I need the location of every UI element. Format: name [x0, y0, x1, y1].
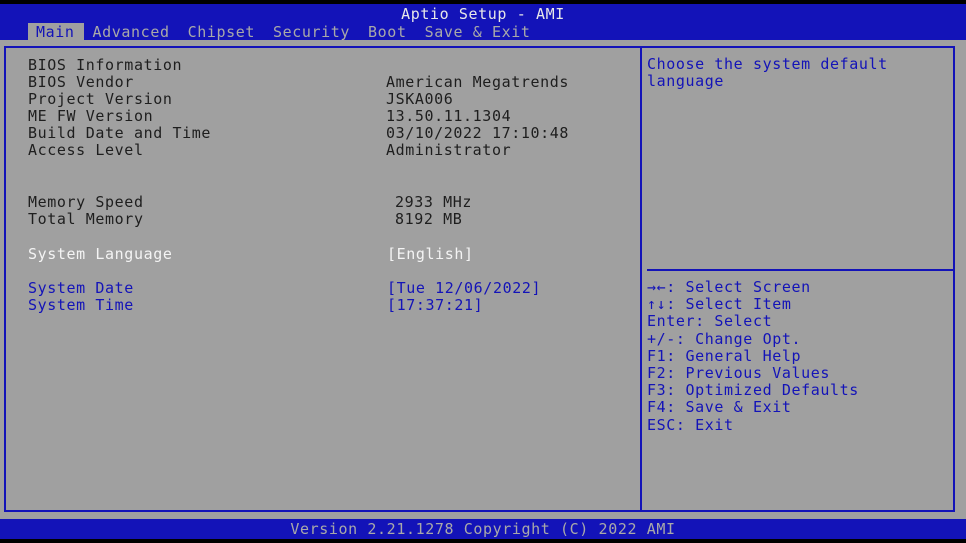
tab-security[interactable]: Security	[264, 23, 359, 41]
help-divider-horizontal	[647, 269, 955, 271]
me-fw-version-value: 13.50.11.1304	[386, 107, 512, 125]
tab-boot[interactable]: Boot	[359, 23, 416, 41]
total-memory-value: 8192 MB	[395, 210, 463, 228]
access-level-label: Access Level	[28, 141, 144, 159]
system-date-value[interactable]: [Tue 12/06/2022]	[387, 279, 541, 297]
system-language-label[interactable]: System Language	[28, 245, 172, 263]
bios-vendor-value: American Megatrends	[386, 73, 569, 91]
access-level-value: Administrator	[386, 141, 512, 159]
help-description: Choose the system default language	[647, 55, 888, 90]
panel-divider-vertical	[640, 46, 642, 512]
total-memory-label: Total Memory	[28, 210, 144, 228]
footer-bar: Version 2.21.1278 Copyright (C) 2022 AMI	[0, 519, 966, 539]
version-copyright: Version 2.21.1278 Copyright (C) 2022 AMI	[290, 520, 676, 538]
system-time-label[interactable]: System Time	[28, 296, 134, 314]
build-date-value: 03/10/2022 17:10:48	[386, 124, 569, 142]
key-change-opt: +/-: Change Opt.	[647, 329, 802, 348]
tab-advanced[interactable]: Advanced	[84, 23, 179, 41]
build-date-label: Build Date and Time	[28, 124, 211, 142]
key-enter-select: Enter: Select	[647, 312, 773, 331]
key-select-screen: →←: Select Screen	[647, 278, 811, 296]
bios-information-heading: BIOS Information	[28, 56, 183, 74]
tab-chipset[interactable]: Chipset	[179, 23, 264, 41]
key-save-exit: F4: Save & Exit	[647, 398, 792, 417]
tab-bar: Main Advanced Chipset Security Boot Save…	[28, 23, 540, 41]
system-date-label[interactable]: System Date	[28, 279, 134, 297]
project-version-value: JSKA006	[386, 90, 454, 108]
memory-speed-value: 2933 MHz	[395, 193, 473, 211]
tab-save-exit[interactable]: Save & Exit	[416, 23, 540, 41]
key-general-help: F1: General Help	[647, 346, 802, 365]
key-legend: →←: Select Screen ↑↓: Select Item Enter:…	[647, 278, 859, 434]
bios-vendor-label: BIOS Vendor	[28, 73, 134, 91]
bios-setup-screen: Aptio Setup - AMI Main Advanced Chipset …	[0, 0, 966, 543]
project-version-label: Project Version	[28, 90, 173, 108]
key-previous-values: F2: Previous Values	[647, 364, 830, 383]
main-panel: BIOS Information BIOS Vendor American Me…	[0, 40, 966, 519]
memory-speed-label: Memory Speed	[28, 193, 144, 211]
header-bar: Aptio Setup - AMI Main Advanced Chipset …	[0, 4, 966, 41]
key-optimized-defaults: F3: Optimized Defaults	[647, 381, 859, 400]
system-time-value[interactable]: [17:37:21]	[387, 296, 483, 314]
system-language-value[interactable]: [English]	[387, 245, 474, 263]
me-fw-version-label: ME FW Version	[28, 107, 154, 125]
key-select-item: ↑↓: Select Item	[647, 295, 792, 314]
tab-main[interactable]: Main	[28, 23, 84, 41]
setup-title: Aptio Setup - AMI	[401, 5, 565, 23]
key-esc-exit: ESC: Exit	[647, 415, 734, 434]
